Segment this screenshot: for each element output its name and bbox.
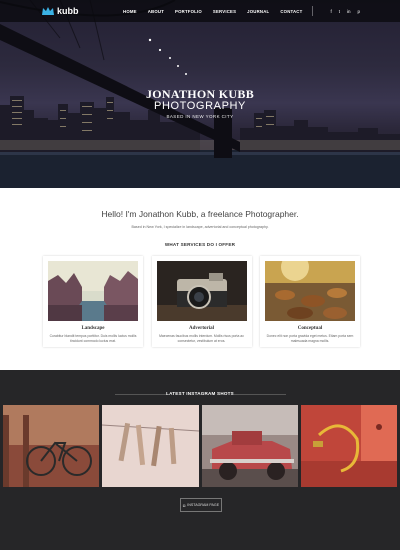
hero-name: JONATHON KUBB (145, 87, 255, 101)
nav-item-home[interactable]: HOME (123, 9, 137, 14)
service-title: Landscape (81, 326, 105, 331)
facebook-icon[interactable]: f (330, 9, 331, 14)
services-heading: WHAT SERVICES DO I OFFER (164, 242, 236, 247)
title-divider-right (234, 394, 286, 395)
services-cards: Landscape Curabitur blandit tempus portt… (43, 256, 360, 347)
nav-item-about[interactable]: ABOUT (148, 9, 164, 14)
service-title: Conceptual (297, 326, 323, 331)
hero-banner: kubb HOME ABOUT PORTFOLIO SERVICES JOURN… (0, 0, 400, 188)
pinterest-icon[interactable]: p (357, 9, 360, 14)
logo[interactable]: kubb (42, 6, 79, 16)
camera-icon: ◘ (182, 502, 186, 508)
instagram-button-label: INSTAGRAM PAGE (187, 503, 220, 507)
landscape-image (48, 261, 138, 321)
nav-item-journal[interactable]: JOURNAL (247, 9, 269, 14)
service-card-conceptual[interactable]: Conceptual Donec elit non porta gravida … (260, 256, 360, 347)
instagram-section: LATEST INSTAGRAM SHOTS ◘ INSTAGRAM PAGE (0, 370, 400, 550)
intro-heading: Hello! I'm Jonathon Kubb, a freelance Ph… (101, 209, 299, 219)
intro-section: Hello! I'm Jonathon Kubb, a freelance Ph… (0, 209, 400, 247)
intro-subtext: Based in New York, I specialize in lands… (131, 225, 269, 229)
service-description: Donec elit non porta gravida eget metus.… (266, 334, 354, 343)
top-navbar: kubb HOME ABOUT PORTFOLIO SERVICES JOURN… (0, 0, 400, 22)
service-description: Maecenas faucibus mollis interdum. Molli… (159, 334, 244, 343)
instagram-photo-clothespins[interactable] (102, 405, 199, 487)
instagram-page-button[interactable]: ◘ INSTAGRAM PAGE (180, 498, 222, 512)
hero-title: JONATHON KUBB PHOTOGRAPHY BASED IN NEW Y… (0, 88, 400, 119)
nav-item-portfolio[interactable]: PORTFOLIO (175, 9, 202, 14)
nav-divider (312, 6, 314, 16)
service-description: Curabitur blandit tempus porttitor. Duis… (49, 334, 137, 343)
camera-image (156, 261, 247, 321)
instagram-heading: LATEST INSTAGRAM SHOTS (166, 391, 234, 396)
nav-item-services[interactable]: SERVICES (213, 9, 236, 14)
leaves-image (265, 261, 355, 321)
service-title: Advertorial (189, 326, 214, 331)
crown-icon (42, 7, 54, 15)
instagram-photo-bicycle[interactable] (3, 405, 100, 487)
instagram-photo-grid (3, 405, 400, 487)
instagram-photo-rusty-metal[interactable] (300, 405, 397, 487)
instagram-photo-old-truck[interactable] (201, 405, 298, 487)
social-links: f t in p (323, 9, 360, 14)
service-card-landscape[interactable]: Landscape Curabitur blandit tempus portt… (43, 256, 143, 347)
logo-text: kubb (57, 6, 79, 16)
main-menu: HOME ABOUT PORTFOLIO SERVICES JOURNAL CO… (112, 6, 317, 16)
nav-item-contact[interactable]: CONTACT (280, 9, 302, 14)
twitter-icon[interactable]: t (339, 9, 340, 14)
instagram-icon[interactable]: in (347, 9, 351, 14)
hero-profession: PHOTOGRAPHY (154, 100, 246, 112)
service-card-advertorial[interactable]: Advertorial Maecenas faucibus mollis int… (151, 256, 252, 347)
hero-subtitle: BASED IN NEW YORK CITY (166, 114, 234, 119)
